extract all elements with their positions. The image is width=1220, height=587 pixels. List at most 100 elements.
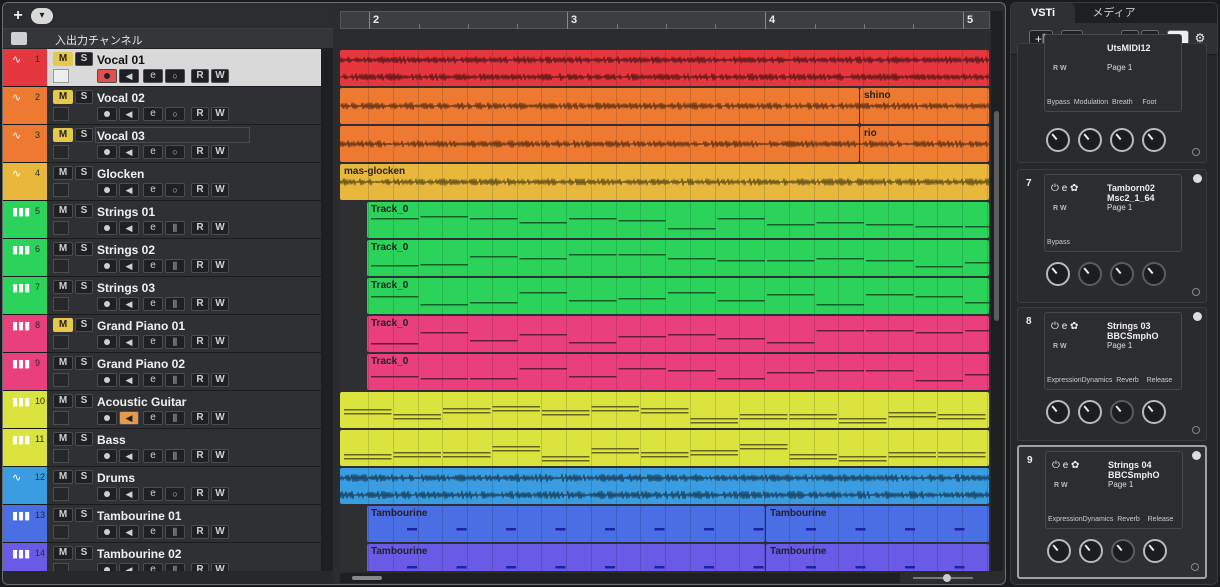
solo-button[interactable]: S	[75, 508, 93, 522]
track-select-checkbox[interactable]	[53, 449, 69, 463]
folder-track-io-channels[interactable]: 入出力チャンネル	[3, 29, 333, 49]
solo-button[interactable]: S	[75, 128, 93, 142]
solo-button[interactable]: S	[75, 318, 93, 332]
mute-button[interactable]: M	[53, 470, 73, 484]
track-name[interactable]: Tambourine 02	[97, 547, 181, 561]
record-enable-button[interactable]	[97, 145, 117, 159]
record-enable-button[interactable]	[97, 107, 117, 121]
read-automation-button[interactable]: R	[191, 259, 209, 273]
quick-control-knob[interactable]	[1110, 262, 1134, 286]
tab-vsti[interactable]: VSTi	[1011, 3, 1075, 23]
write-automation-button[interactable]: W	[211, 259, 229, 273]
input-icon[interactable]: ○	[165, 145, 185, 159]
midi-part[interactable]: Tambourine	[766, 544, 989, 571]
monitor-button[interactable]: ◀	[119, 107, 139, 121]
read-automation-button[interactable]: R	[191, 297, 209, 311]
track-row[interactable]: ▮▮▮ 9 M S Grand Piano 02 ◀ e ⫼ R W	[3, 353, 321, 391]
quick-control-knob[interactable]	[1046, 128, 1070, 152]
expand-icon[interactable]	[1193, 312, 1202, 321]
keyboard-icon[interactable]: ⫼	[165, 373, 185, 387]
track-color-strip[interactable]: ▮▮▮ 7	[3, 277, 47, 314]
audio-event[interactable]	[340, 126, 859, 162]
audio-event[interactable]: mas-glocken	[340, 164, 989, 200]
input-icon[interactable]: ○	[165, 487, 185, 501]
quick-control-knob[interactable]	[1142, 128, 1166, 152]
track-color-strip[interactable]: ∿ 4	[3, 163, 47, 200]
write-automation-button[interactable]: W	[211, 297, 229, 311]
track-color-strip[interactable]: ▮▮▮ 6	[3, 239, 47, 276]
track-select-checkbox[interactable]	[53, 107, 69, 121]
midi-part[interactable]	[340, 430, 989, 466]
track-name[interactable]: Drums	[97, 471, 135, 485]
track-name[interactable]: Strings 03	[97, 281, 155, 295]
gear-icon[interactable]	[1191, 563, 1199, 571]
record-enable-button[interactable]	[97, 487, 117, 501]
record-enable-button[interactable]	[97, 449, 117, 463]
track-color-strip[interactable]: ∿ 12	[3, 467, 47, 504]
track-row[interactable]: ∿ 1 M S Vocal 01 ◀ e ○ R W	[3, 49, 321, 87]
expand-icon[interactable]	[1193, 174, 1202, 183]
keyboard-icon[interactable]: ⫼	[165, 525, 185, 539]
mute-button[interactable]: M	[53, 356, 73, 370]
keyboard-icon[interactable]: ⫼	[165, 335, 185, 349]
mute-button[interactable]: M	[53, 166, 73, 180]
input-icon[interactable]: ○	[165, 107, 185, 121]
mute-button[interactable]: M	[53, 318, 73, 332]
edit-button[interactable]: e	[143, 335, 163, 349]
midi-part[interactable]: Tambourine	[367, 544, 765, 571]
track-name[interactable]: Grand Piano 02	[97, 357, 185, 371]
track-row[interactable]: ▮▮▮ 8 M S Grand Piano 01 ◀ e ⫼ R W	[3, 315, 321, 353]
track-select-checkbox[interactable]	[53, 335, 69, 349]
audio-event[interactable]	[340, 468, 989, 504]
solo-button[interactable]: S	[75, 280, 93, 294]
track-name[interactable]: Vocal 01	[97, 53, 145, 67]
track-select-checkbox[interactable]	[53, 525, 69, 539]
add-track-menu-icon[interactable]: ▾	[31, 8, 53, 24]
track-color-strip[interactable]: ▮▮▮ 11	[3, 429, 47, 466]
read-automation-button[interactable]: R	[191, 69, 209, 83]
monitor-button[interactable]: ◀	[119, 259, 139, 273]
quick-control-knob[interactable]	[1079, 539, 1103, 563]
event-display[interactable]: shino rio mas-glocken Track_0 Track_0 Track_0…	[340, 49, 990, 571]
track-color-strip[interactable]: ▮▮▮ 9	[3, 353, 47, 390]
write-automation-button[interactable]: W	[211, 183, 229, 197]
track-row[interactable]: ▮▮▮ 6 M S Strings 02 ◀ e ⫼ R W	[3, 239, 321, 277]
expand-icon[interactable]	[1192, 451, 1201, 460]
track-name[interactable]: Acoustic Guitar	[97, 395, 186, 409]
track-name[interactable]: Strings 01	[97, 205, 155, 219]
keyboard-icon[interactable]: ⫼	[165, 259, 185, 273]
record-enable-button[interactable]	[97, 69, 117, 83]
midi-part[interactable]: Track_0	[367, 316, 989, 352]
track-color-strip[interactable]: ∿ 2	[3, 87, 47, 124]
quick-control-knob[interactable]	[1142, 262, 1166, 286]
record-enable-button[interactable]	[97, 525, 117, 539]
solo-button[interactable]: S	[75, 394, 93, 408]
track-select-checkbox[interactable]	[53, 69, 69, 83]
track-row[interactable]: ▮▮▮ 10 M S Acoustic Guitar ◀ e ⫼ R W	[3, 391, 321, 429]
read-write-icons[interactable]: R W	[1053, 205, 1067, 212]
quick-control-knob[interactable]	[1143, 539, 1167, 563]
track-color-strip[interactable]: ∿ 1	[3, 49, 47, 86]
record-enable-button[interactable]	[97, 221, 117, 235]
track-color-strip[interactable]: ▮▮▮ 10	[3, 391, 47, 428]
write-automation-button[interactable]: W	[211, 373, 229, 387]
read-automation-button[interactable]: R	[191, 449, 209, 463]
track-color-strip[interactable]: ▮▮▮ 5	[3, 201, 47, 238]
audio-event[interactable]: rio	[860, 126, 989, 162]
write-automation-button[interactable]: W	[211, 335, 229, 349]
event-horizontal-scrollbar[interactable]	[340, 573, 900, 583]
quick-control-knob[interactable]	[1078, 400, 1102, 424]
quick-control-knob[interactable]	[1047, 539, 1071, 563]
read-automation-button[interactable]: R	[191, 221, 209, 235]
track-row[interactable]: ▮▮▮ 5 M S Strings 01 ◀ e ⫼ R W	[3, 201, 321, 239]
track-color-strip[interactable]: ▮▮▮ 8	[3, 315, 47, 352]
track-row[interactable]: ∿ 3 M S Vocal 03 ◀ e ○ R W	[3, 125, 321, 163]
track-list-scrollbar[interactable]	[321, 49, 333, 571]
mute-button[interactable]: M	[53, 90, 73, 104]
quick-control-knob[interactable]	[1078, 128, 1102, 152]
edit-button[interactable]: e	[143, 525, 163, 539]
midi-part[interactable]: Tambourine	[766, 506, 989, 542]
read-automation-button[interactable]: R	[191, 487, 209, 501]
power-icon[interactable]: ⏻ e ✿	[1052, 460, 1079, 471]
timeline-ruler[interactable]: 2 3 4 5	[340, 11, 990, 29]
